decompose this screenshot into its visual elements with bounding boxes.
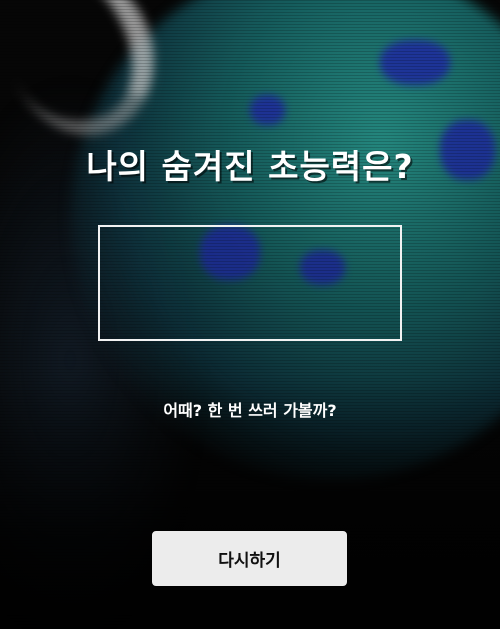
planet-spot (380, 40, 450, 85)
page-title: 나의 숨겨진 초능력은? (86, 147, 414, 186)
moon-image (0, 0, 177, 156)
result-box (98, 225, 402, 341)
retry-button[interactable]: 다시하기 (151, 530, 348, 587)
planet-spot (250, 95, 285, 125)
result-screen: 나의 숨겨진 초능력은? 어때? 한 번 쓰러 가볼까? 다시하기 (0, 0, 500, 629)
prompt-text: 어때? 한 번 쓰러 가볼까? (163, 401, 337, 420)
